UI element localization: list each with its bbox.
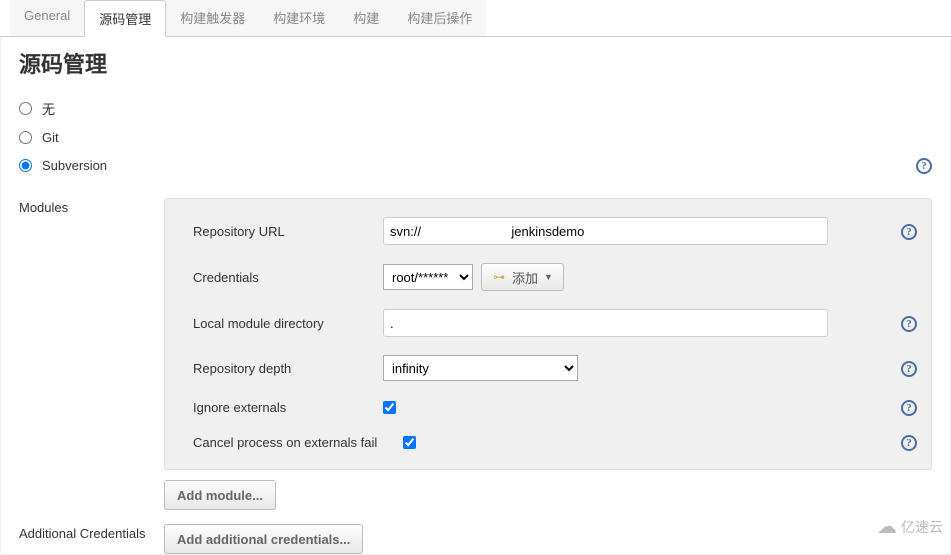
repo-url-input[interactable] [383, 217, 828, 245]
local-dir-input[interactable] [383, 309, 828, 337]
help-icon[interactable]: ? [901, 400, 917, 416]
module-panel: Repository URL ? Credentials root/******… [164, 198, 932, 470]
caret-down-icon: ▼ [544, 272, 553, 282]
help-icon[interactable]: ? [901, 316, 917, 332]
ignore-externals-label: Ignore externals [193, 400, 383, 415]
ignore-externals-checkbox[interactable] [383, 401, 396, 414]
scm-label-git: Git [42, 130, 59, 145]
config-tabs: General 源码管理 构建触发器 构建环境 构建 构建后操作 [0, 0, 951, 37]
add-additional-credentials-button[interactable]: Add additional credentials... [164, 524, 363, 554]
depth-label: Repository depth [193, 361, 383, 376]
additional-credentials-label: Additional Credentials [19, 524, 164, 554]
local-dir-label: Local module directory [193, 316, 383, 331]
cancel-externals-label: Cancel process on externals fail [193, 435, 403, 450]
tab-build[interactable]: 构建 [339, 0, 393, 36]
tab-post[interactable]: 构建后操作 [393, 0, 486, 36]
tab-triggers[interactable]: 构建触发器 [166, 0, 259, 36]
help-icon[interactable]: ? [901, 361, 917, 377]
repo-url-label: Repository URL [193, 224, 383, 239]
credentials-select[interactable]: root/****** [383, 264, 473, 290]
depth-select[interactable]: infinity [383, 355, 578, 381]
scm-radio-none[interactable] [19, 102, 32, 115]
add-credentials-button[interactable]: ⊶ 添加 ▼ [481, 263, 564, 291]
section-title: 源码管理 [19, 47, 932, 79]
tab-env[interactable]: 构建环境 [259, 0, 339, 36]
scm-label-subversion: Subversion [42, 158, 107, 173]
scm-label-none: 无 [42, 99, 55, 118]
help-icon[interactable]: ? [916, 158, 932, 174]
add-module-button[interactable]: Add module... [164, 480, 276, 510]
tab-scm[interactable]: 源码管理 [84, 0, 166, 37]
cancel-externals-checkbox[interactable] [403, 436, 416, 449]
tab-general[interactable]: General [10, 0, 84, 36]
help-icon[interactable]: ? [901, 224, 917, 240]
key-icon: ⊶ [492, 270, 506, 284]
modules-label: Modules [19, 198, 164, 510]
add-btn-label: 添加 [512, 268, 538, 287]
help-icon[interactable]: ? [901, 435, 917, 451]
scm-section: 源码管理 无 Git Subversion ? Modules Reposito… [0, 37, 951, 555]
scm-radio-git[interactable] [19, 131, 32, 144]
scm-radio-subversion[interactable] [19, 159, 32, 172]
credentials-label: Credentials [193, 270, 383, 285]
